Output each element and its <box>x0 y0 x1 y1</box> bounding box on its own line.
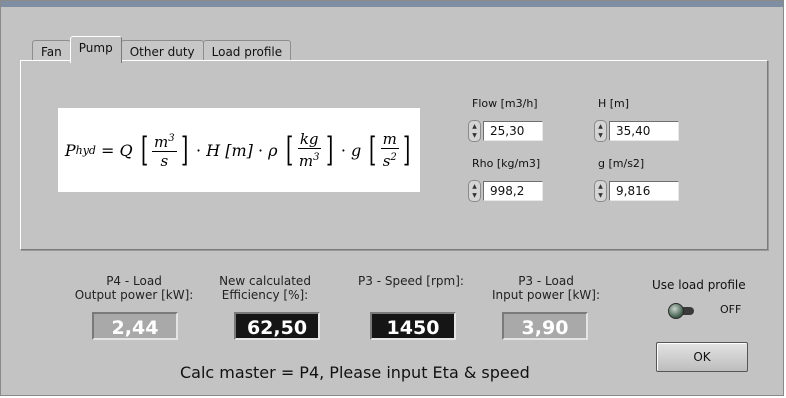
speed-label: P3 - Speed [rpm]: <box>358 274 464 288</box>
formula-h-unit: [m] <box>225 140 253 160</box>
rho-spinner[interactable]: ▲ ▼ <box>468 180 481 202</box>
formula-lhs-sub: hyd <box>75 143 96 157</box>
p3-input-indicator: 3,90 <box>502 312 588 340</box>
tab-pump[interactable]: Pump <box>69 36 122 63</box>
flow-input[interactable]: 25,30 <box>483 121 543 141</box>
status-message: Calc master = P4, Please input Eta & spe… <box>180 363 530 382</box>
rho-control: ▲ ▼ 998,2 <box>468 180 543 202</box>
formula-rho: ρ <box>268 140 278 160</box>
tab-bar: Fan Pump Other duty Load profile <box>32 36 292 63</box>
rho-label: Rho [kg/m3] <box>472 157 541 170</box>
flow-control: ▲ ▼ 25,30 <box>468 120 543 142</box>
head-input[interactable]: 35,40 <box>609 121 679 141</box>
formula-h: H <box>206 140 221 160</box>
g-label: g [m/s2] <box>598 157 645 170</box>
speed-indicator: 1450 <box>370 312 456 340</box>
formula-rho-unit: kg m3 <box>297 130 321 170</box>
head-spinner[interactable]: ▲ ▼ <box>594 120 607 142</box>
formula-g: g <box>351 140 362 160</box>
p4-output-indicator: 2,44 <box>92 312 178 340</box>
efficiency-indicator: 62,50 <box>234 312 320 340</box>
toggle-state-text: OFF <box>720 303 742 316</box>
head-label: H [m] <box>598 97 630 110</box>
p3-input-label: P3 - Load Input power [kW]: <box>491 274 600 302</box>
formula-q: Q <box>119 140 133 160</box>
flow-label: Flow [m3/h] <box>472 97 538 110</box>
toggle-knob <box>668 303 684 319</box>
formula-q-unit: m3 s <box>152 130 177 170</box>
load-profile-label: Use load profile <box>652 278 746 292</box>
head-control: ▲ ▼ 35,40 <box>594 120 679 142</box>
flow-spinner[interactable]: ▲ ▼ <box>468 120 481 142</box>
efficiency-label: New calculated Efficiency [%]: <box>219 274 311 302</box>
load-profile-toggle[interactable] <box>664 300 704 322</box>
g-control: ▲ ▼ 9,816 <box>594 180 679 202</box>
rho-input[interactable]: 998,2 <box>483 181 543 201</box>
p4-output-label: P4 - Load Output power [kW]: <box>74 274 194 302</box>
hydraulic-power-formula: Phyd = Q [ m3 s ] · H [m] · ρ [ kg m3 ] … <box>58 108 420 192</box>
g-spinner[interactable]: ▲ ▼ <box>594 180 607 202</box>
g-input[interactable]: 9,816 <box>609 181 679 201</box>
formula-g-unit: m s2 <box>380 130 399 170</box>
formula-lhs: P <box>64 140 76 160</box>
ok-button[interactable]: OK <box>656 342 748 372</box>
